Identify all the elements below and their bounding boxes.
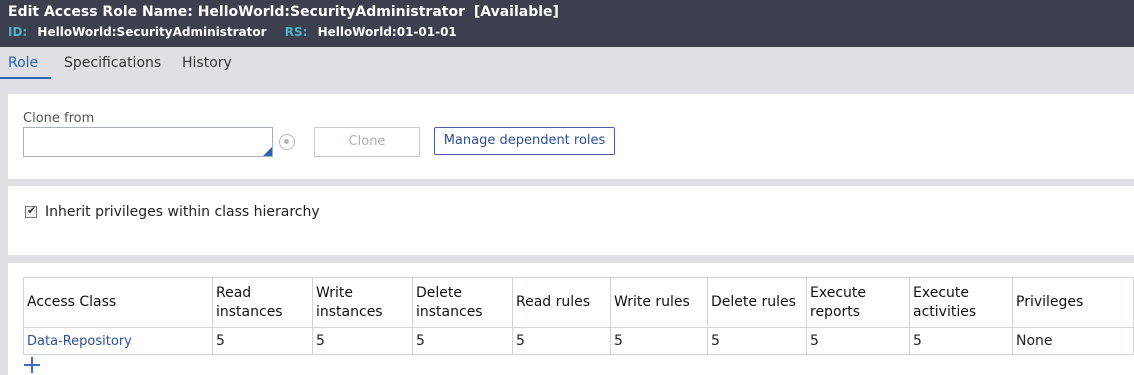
read-rules-cell[interactable]: 5 [512, 327, 611, 355]
role-title: Edit Access Role Name: HelloWorld:Securi… [8, 4, 465, 20]
table-row: Data-Repository 5 5 5 5 5 5 5 5 None [23, 327, 1134, 355]
autocomplete-corner-icon [263, 147, 272, 156]
column-header-read-instances: Read instances [212, 277, 313, 328]
table-header-row: Access Class Read instances Write instan… [23, 277, 1134, 328]
inherit-panel: Inherit privileges within class hierarch… [8, 186, 1134, 255]
tab-bar: Role Specifications History [0, 47, 1134, 80]
column-header-execute-reports: Execute reports [806, 277, 910, 328]
column-header-read-rules: Read rules [512, 277, 611, 328]
column-header-write-rules: Write rules [610, 277, 708, 328]
rs-value: HelloWorld:01-01-01 [317, 25, 457, 39]
column-header-delete-rules: Delete rules [707, 277, 807, 328]
privileges-cell[interactable]: None [1012, 327, 1134, 355]
read-instances-cell[interactable]: 5 [212, 327, 313, 355]
tab-history[interactable]: History [182, 55, 232, 71]
access-class-link[interactable]: Data-Repository [23, 327, 213, 355]
id-label: ID: [8, 25, 28, 39]
write-rules-cell[interactable]: 5 [610, 327, 708, 355]
clone-button[interactable]: Clone [314, 127, 420, 157]
column-header-access-class: Access Class [23, 277, 213, 328]
column-header-delete-instances: Delete instances [412, 277, 513, 328]
delete-rules-cell[interactable]: 5 [707, 327, 807, 355]
editor-header: Edit Access Role Name: HelloWorld:Securi… [0, 0, 1134, 47]
add-row-icon[interactable] [24, 357, 40, 373]
inherit-privileges-checkbox[interactable] [25, 204, 37, 218]
crosshair-icon[interactable] [279, 134, 295, 150]
id-value: HelloWorld:SecurityAdministrator [37, 25, 267, 39]
tab-specifications[interactable]: Specifications [64, 55, 161, 71]
rule-identifiers: ID: HelloWorld:SecurityAdministrator RS:… [8, 25, 471, 39]
column-header-write-instances: Write instances [312, 277, 413, 328]
clone-from-label: Clone from [23, 111, 95, 126]
column-header-privileges: Privileges [1012, 277, 1134, 328]
tab-role[interactable]: Role [8, 55, 38, 71]
execute-activities-cell[interactable]: 5 [909, 327, 1013, 355]
active-tab-indicator [0, 77, 51, 79]
write-instances-cell[interactable]: 5 [312, 327, 413, 355]
access-class-table: Access Class Read instances Write instan… [23, 277, 1134, 355]
rs-label: RS: [284, 25, 308, 39]
inherit-privileges-label: Inherit privileges within class hierarch… [45, 204, 320, 220]
clone-from-input[interactable] [23, 127, 273, 157]
manage-dependent-roles-button[interactable]: Manage dependent roles [434, 127, 615, 155]
access-class-panel: Access Class Read instances Write instan… [8, 263, 1134, 375]
clone-panel: Clone from Clone Manage dependent roles [8, 94, 1134, 179]
page-title: Edit Access Role Name: HelloWorld:Securi… [8, 4, 559, 20]
status-badge: [Available] [473, 4, 559, 20]
delete-instances-cell[interactable]: 5 [412, 327, 513, 355]
execute-reports-cell[interactable]: 5 [806, 327, 910, 355]
column-header-execute-activities: Execute activities [909, 277, 1013, 328]
